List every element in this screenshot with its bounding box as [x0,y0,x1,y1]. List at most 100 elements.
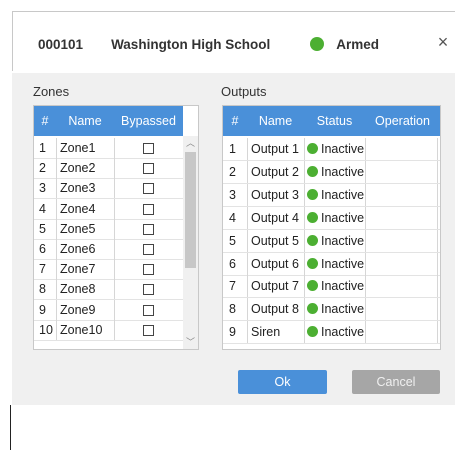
scroll-up-icon[interactable]: ︿ [183,136,198,150]
cell-divider [304,138,305,160]
zone-row[interactable]: 4 Zone4 [34,198,183,220]
inactive-status-icon [307,143,318,154]
output-row[interactable]: 2 Output 2 Inactive [223,160,440,184]
zone-row[interactable]: 6 Zone6 [34,239,183,260]
inactive-status-icon [307,326,318,338]
bypass-checkbox[interactable] [143,244,154,255]
zones-scroll-thumb[interactable] [185,152,196,268]
cell-divider [114,158,115,179]
ok-button[interactable]: Ok [238,370,327,394]
output-status-text: Inactive [321,302,365,317]
outputs-col-status[interactable]: Status [304,106,365,136]
scroll-down-icon[interactable]: ﹀ [183,335,198,349]
output-number: 1 [229,142,236,156]
cell-divider [56,299,57,320]
output-row[interactable]: 7 Output 7 Inactive [223,275,440,299]
zone-number: 2 [39,161,46,176]
cell-divider [304,229,305,252]
cell-divider [304,321,305,344]
bypass-checkbox[interactable] [143,143,154,154]
bypass-checkbox[interactable] [143,324,154,336]
zone-row[interactable]: 5 Zone5 [34,218,183,240]
cell-divider [365,252,366,275]
output-status-text: Inactive [321,279,365,294]
zone-row[interactable]: 2 Zone2 [34,158,183,180]
output-row[interactable]: 6 Output 6 Inactive [223,252,440,276]
bypass-checkbox[interactable] [143,284,154,296]
zone-number: 10 [39,322,53,337]
cell-divider [437,252,438,275]
zone-number: 4 [39,201,46,216]
zone-name: Zone2 [60,161,96,176]
cell-divider [247,321,248,344]
zone-row[interactable]: 10 Zone10 [34,319,183,341]
zones-col-number[interactable]: # [34,106,56,136]
account-name: Washington High School [111,36,271,52]
cancel-button[interactable]: Cancel [352,370,440,394]
zone-row[interactable]: 8 Zone8 [34,279,183,301]
inactive-status-icon [307,211,318,223]
zones-col-name[interactable]: Name [56,106,114,136]
cell-divider [114,279,115,300]
bypass-checkbox[interactable] [143,304,154,316]
zones-scrollbar[interactable]: ︿ ﹀ [183,136,198,349]
output-row[interactable]: 8 Output 8 Inactive [223,298,440,322]
bypass-checkbox[interactable] [143,223,154,235]
cell-divider [437,275,438,298]
outputs-col-number[interactable]: # [223,106,247,136]
output-row[interactable]: 5 Output 5 Inactive [223,229,440,253]
output-status-text: Inactive [321,233,365,248]
output-status: Inactive [307,230,364,252]
account-id: 000101 [38,36,84,52]
output-status: Inactive [307,184,364,206]
output-number: 9 [229,325,236,340]
cell-divider [304,206,305,229]
zone-row[interactable]: 3 Zone3 [34,178,183,200]
zone-row[interactable]: 1 Zone1 [34,138,183,159]
zone-number: 9 [39,302,46,317]
close-icon[interactable]: × [435,32,451,52]
output-name: Output 2 [251,164,299,179]
cell-divider [56,178,57,199]
zone-name: Zone4 [60,201,96,216]
output-row[interactable]: 3 Output 3 Inactive [223,183,440,207]
dialog-left-border [12,11,13,71]
zone-name: Zone7 [60,262,96,277]
zone-name: Zone1 [60,141,96,155]
zone-row[interactable]: 7 Zone7 [34,259,183,281]
zone-number: 6 [39,242,46,256]
output-status: Inactive [307,321,364,343]
zones-table-header: # Name Bypassed [34,106,183,136]
zone-row[interactable]: 9 Zone9 [34,299,183,321]
cell-divider [114,178,115,199]
output-number: 4 [229,210,236,225]
output-status: Inactive [307,275,364,297]
output-row[interactable]: 1 Output 1 Inactive [223,138,440,161]
bypass-checkbox[interactable] [143,163,154,175]
output-row[interactable]: 4 Output 4 Inactive [223,206,440,230]
output-status-text: Inactive [321,325,365,340]
bypass-checkbox[interactable] [143,264,154,276]
cell-divider [365,160,366,183]
cell-divider [247,275,248,298]
output-status: Inactive [307,207,364,229]
cell-divider [247,183,248,206]
output-status-text: Inactive [321,210,365,225]
cell-divider [114,138,115,158]
output-number: 3 [229,187,236,202]
outputs-col-operation[interactable]: Operation [365,106,440,136]
cell-divider [247,160,248,183]
inactive-status-icon [307,303,318,315]
zone-name: Zone5 [60,221,96,236]
cell-divider [56,218,57,239]
zones-col-bypassed[interactable]: Bypassed [114,106,183,136]
outputs-table: # Name Status Operation 1 Output 1 Inactiv… [222,105,441,350]
cell-divider [365,183,366,206]
output-row[interactable]: 9 Siren Inactive [223,321,440,345]
bypass-checkbox[interactable] [143,183,154,195]
cell-divider [437,160,438,183]
bypass-checkbox[interactable] [143,203,154,215]
outputs-col-name[interactable]: Name [247,106,304,136]
cell-divider [437,206,438,229]
zone-name: Zone10 [60,322,103,337]
